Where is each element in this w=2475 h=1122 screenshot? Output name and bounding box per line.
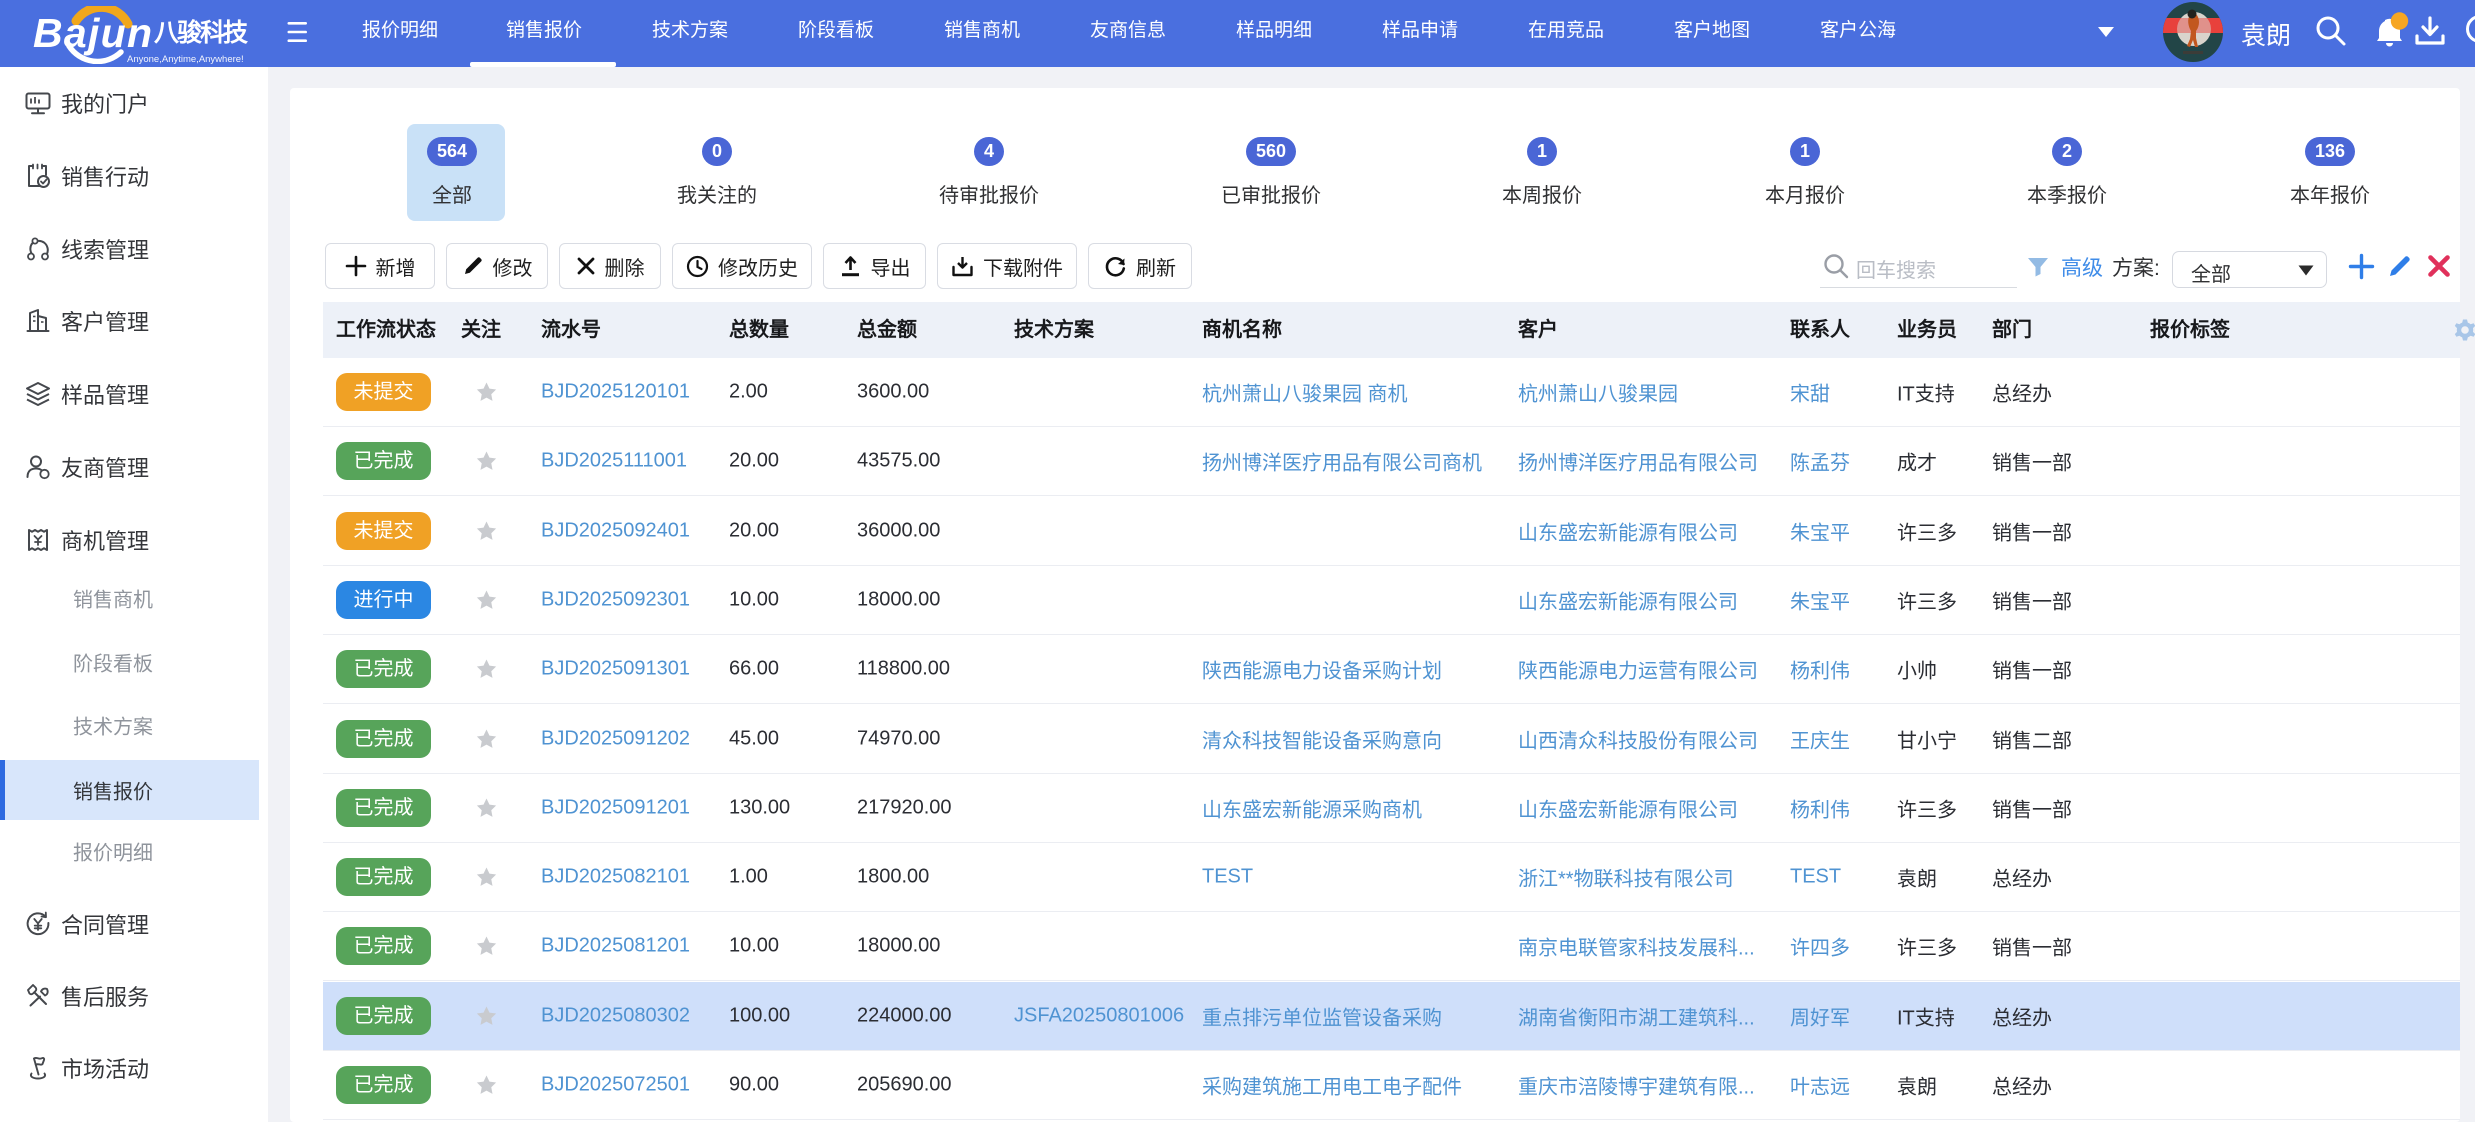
svg-text:Anyone,Anytime,Anywhere!: Anyone,Anytime,Anywhere! bbox=[127, 54, 244, 64]
svg-text:Bajun: Bajun bbox=[33, 10, 152, 56]
svg-text:八骏科技: 八骏科技 bbox=[154, 18, 248, 47]
